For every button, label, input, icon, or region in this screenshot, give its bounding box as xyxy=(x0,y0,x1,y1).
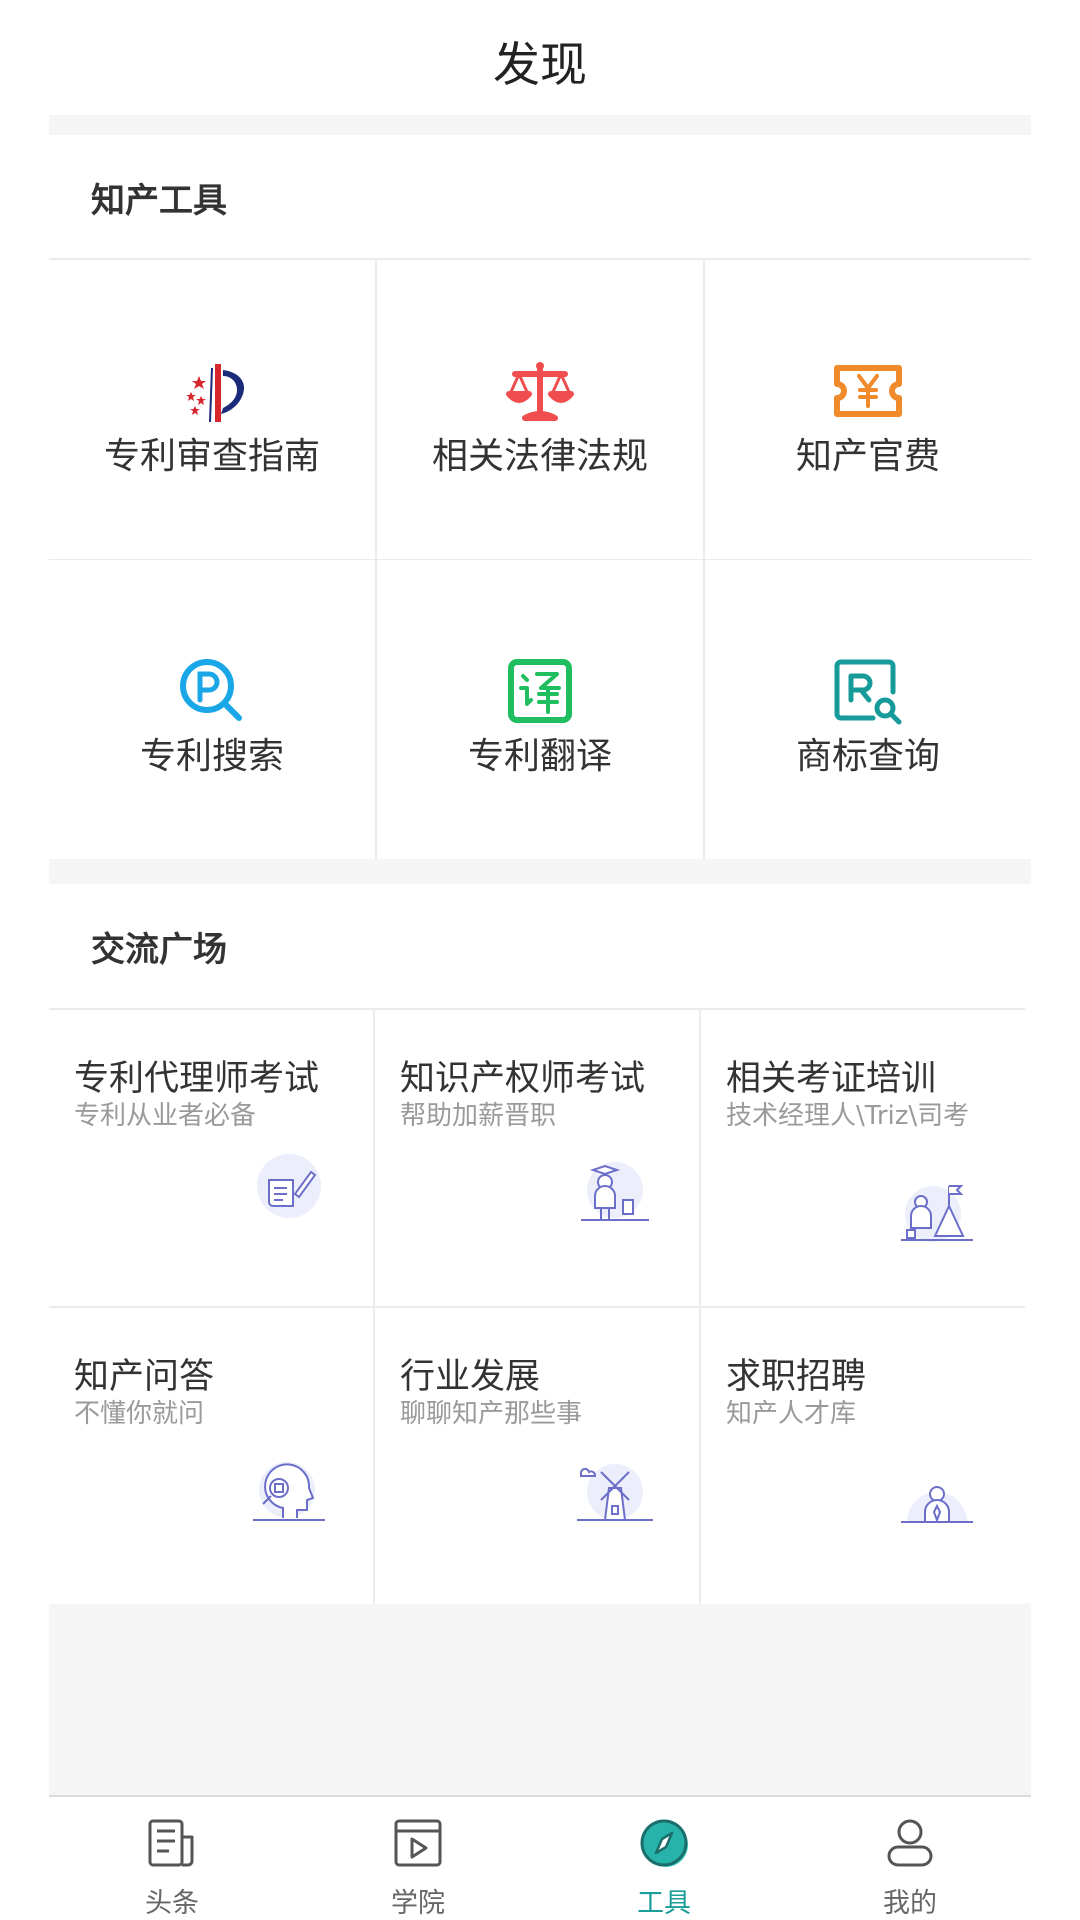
tool-official-fees[interactable]: 知产官费 xyxy=(705,260,1031,559)
forum-subtitle: 专利从业者必备 xyxy=(74,1101,257,1131)
graduate-illustration xyxy=(575,1158,655,1230)
compass-icon xyxy=(636,1815,692,1871)
tools-grid: 专利审查指南 相关法律法规 知产官费 专利搜索 专利翻译 商标查询 xyxy=(49,258,1031,859)
forum-grid: 专利代理师考试 专利从业者必备 知识产权师考试 帮助加薪晋职 相关考证培训 技术… xyxy=(49,1008,1025,1604)
forum-ip-qa[interactable]: 知产问答 不懂你就问 xyxy=(49,1308,373,1604)
forum-title: 行业发展 xyxy=(400,1357,541,1397)
translate-icon xyxy=(505,656,575,726)
tools-section-title: 知产工具 xyxy=(91,181,227,221)
forum-job-recruitment[interactable]: 求职招聘 知产人才库 xyxy=(701,1308,1025,1604)
tool-label: 专利搜索 xyxy=(139,736,284,777)
forum-subtitle: 不懂你就问 xyxy=(74,1399,205,1429)
tab-mine[interactable]: 我的 xyxy=(787,1797,1033,1920)
forum-subtitle: 帮助加薪晋职 xyxy=(400,1101,557,1131)
person-icon xyxy=(882,1815,938,1871)
tool-laws[interactable]: 相关法律法规 xyxy=(377,260,703,559)
forum-subtitle: 知产人才库 xyxy=(726,1399,857,1429)
tab-academy[interactable]: 学院 xyxy=(295,1797,541,1920)
tool-label: 相关法律法规 xyxy=(431,436,648,477)
forum-industry-development[interactable]: 行业发展 聊聊知产那些事 xyxy=(375,1308,699,1604)
forum-title: 求职招聘 xyxy=(726,1357,867,1397)
trademark-search-icon xyxy=(833,656,903,726)
forum-ip-exam[interactable]: 知识产权师考试 帮助加薪晋职 xyxy=(375,1010,699,1306)
patent-office-logo-icon xyxy=(177,356,247,426)
forum-cert-training[interactable]: 相关考证培训 技术经理人\Triz\司考 xyxy=(701,1010,1025,1306)
tool-label: 专利翻译 xyxy=(467,736,612,777)
section-divider xyxy=(49,859,1031,884)
page-header: 发现 xyxy=(0,0,1080,115)
tool-label: 知产官费 xyxy=(795,436,940,477)
tab-tools[interactable]: 工具 xyxy=(541,1797,787,1920)
forum-title: 专利代理师考试 xyxy=(74,1059,320,1099)
empty-area xyxy=(49,1603,1031,1795)
tool-patent-search[interactable]: 专利搜索 xyxy=(49,560,375,859)
scroll-pen-illustration xyxy=(249,1150,329,1222)
tab-label: 我的 xyxy=(883,1888,937,1919)
forum-title: 知识产权师考试 xyxy=(400,1059,646,1099)
section-divider xyxy=(49,115,1031,135)
page-title: 发现 xyxy=(493,38,587,93)
mountain-flag-illustration xyxy=(897,1178,977,1250)
tool-label: 专利审查指南 xyxy=(103,436,320,477)
yen-ticket-icon xyxy=(833,356,903,426)
tool-label: 商标查询 xyxy=(795,736,940,777)
scales-icon xyxy=(505,356,575,426)
forum-section-title: 交流广场 xyxy=(91,930,227,970)
tool-trademark-search[interactable]: 商标查询 xyxy=(705,560,1031,859)
tab-label: 工具 xyxy=(637,1888,691,1919)
forum-patent-agent-exam[interactable]: 专利代理师考试 专利从业者必备 xyxy=(49,1010,373,1306)
tab-label: 头条 xyxy=(145,1888,199,1919)
forum-subtitle: 技术经理人\Triz\司考 xyxy=(726,1101,970,1131)
tab-label: 学院 xyxy=(391,1888,445,1919)
video-play-icon xyxy=(390,1815,446,1871)
tool-patent-translate[interactable]: 专利翻译 xyxy=(377,560,703,859)
bottom-tab-bar: 头条 学院 工具 我的 xyxy=(49,1795,1031,1920)
person-tie-illustration xyxy=(897,1460,977,1532)
windmill-illustration xyxy=(575,1458,655,1530)
head-magnifier-illustration xyxy=(249,1458,329,1530)
patent-search-icon xyxy=(177,656,247,726)
forum-title: 知产问答 xyxy=(74,1357,215,1397)
newspaper-icon xyxy=(144,1815,200,1871)
tool-patent-guide[interactable]: 专利审查指南 xyxy=(49,260,375,559)
forum-title: 相关考证培训 xyxy=(726,1059,937,1099)
forum-subtitle: 聊聊知产那些事 xyxy=(400,1399,583,1429)
tab-headlines[interactable]: 头条 xyxy=(49,1797,295,1920)
